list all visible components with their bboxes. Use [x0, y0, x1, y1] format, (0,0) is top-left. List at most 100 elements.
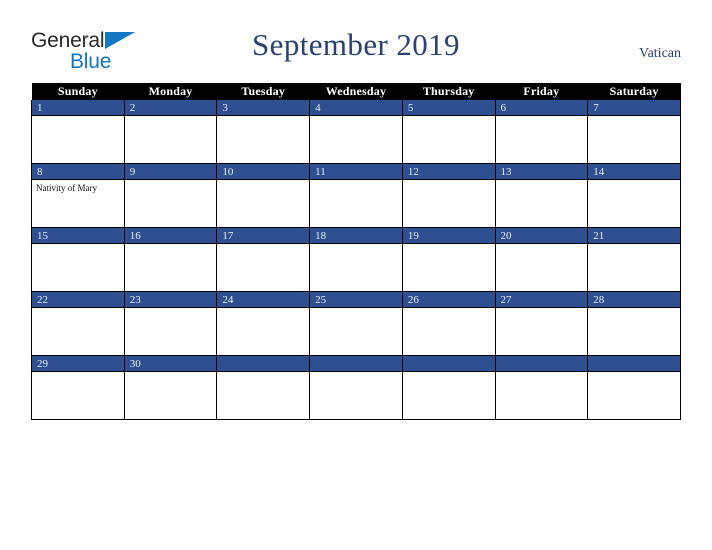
page-header: General Blue September 2019 Vatican: [0, 0, 712, 83]
day-number: [588, 356, 680, 372]
weekday-header-monday: Monday: [124, 83, 217, 100]
day-number: 29: [32, 356, 124, 372]
day-events: [496, 180, 588, 227]
calendar-week-row: 1234567: [31, 100, 681, 164]
day-number: 25: [310, 292, 402, 308]
day-number: 20: [495, 228, 588, 244]
day-number: 12: [402, 164, 495, 180]
locale-label: Vatican: [639, 46, 681, 61]
calendar-day-cell-17[interactable]: 17: [216, 227, 311, 292]
calendar-day-cell-2[interactable]: 2: [123, 100, 218, 164]
day-events: [588, 244, 680, 291]
day-number: 16: [124, 228, 217, 244]
day-number: 17: [217, 228, 310, 244]
calendar-day-cell-6[interactable]: 6: [494, 100, 589, 164]
day-events: [32, 116, 124, 163]
day-number: 28: [588, 292, 680, 308]
calendar-day-cell-empty[interactable]: [216, 355, 311, 420]
day-events: [125, 244, 217, 291]
calendar-day-cell-26[interactable]: 26: [401, 291, 496, 356]
calendar-day-cell-28[interactable]: 28: [587, 291, 681, 356]
day-events: [310, 116, 402, 163]
day-events: [403, 372, 495, 419]
calendar-day-cell-13[interactable]: 13: [494, 163, 589, 228]
calendar-grid: Sunday Monday Tuesday Wednesday Thursday Frid…: [31, 83, 681, 420]
calendar-day-cell-3[interactable]: 3: [216, 100, 311, 164]
calendar-week-row: 8 Nativity of Mary 9 10 11 12 13 14: [31, 163, 681, 228]
calendar-day-cell-4[interactable]: 4: [309, 100, 403, 164]
calendar-day-cell-1[interactable]: 1: [31, 100, 125, 164]
weekday-header-wednesday: Wednesday: [309, 83, 403, 100]
calendar-day-cell-27[interactable]: 27: [494, 291, 589, 356]
calendar-week-row: 22 23 24 25 26 27 28: [31, 291, 681, 356]
calendar-day-cell-24[interactable]: 24: [216, 291, 311, 356]
calendar-day-cell-30[interactable]: 30: [123, 355, 218, 420]
day-number: 1: [32, 100, 124, 116]
day-number: [310, 356, 402, 372]
day-number: [217, 356, 310, 372]
day-number: 8: [32, 164, 124, 180]
calendar-day-cell-5[interactable]: 5: [401, 100, 496, 164]
calendar-day-cell-8[interactable]: 8 Nativity of Mary: [31, 163, 125, 228]
day-number: 22: [32, 292, 124, 308]
day-number: [402, 356, 495, 372]
calendar-day-cell-23[interactable]: 23: [123, 291, 218, 356]
weekday-header-friday: Friday: [495, 83, 588, 100]
day-number: [495, 356, 588, 372]
day-events: [32, 372, 124, 419]
calendar-week-row: 15 16 17 18 19 20 21: [31, 227, 681, 292]
day-number: 15: [32, 228, 124, 244]
day-number: 24: [217, 292, 310, 308]
calendar-day-cell-11[interactable]: 11: [309, 163, 403, 228]
day-number: 7: [588, 100, 680, 116]
day-events: [403, 180, 495, 227]
calendar-day-cell-7[interactable]: 7: [587, 100, 681, 164]
calendar-day-cell-18[interactable]: 18: [309, 227, 403, 292]
day-events: [588, 372, 680, 419]
calendar-day-cell-empty[interactable]: [401, 355, 496, 420]
day-events: [496, 116, 588, 163]
calendar-day-cell-9[interactable]: 9: [123, 163, 218, 228]
day-events: Nativity of Mary: [32, 180, 124, 227]
day-number: 26: [402, 292, 495, 308]
calendar-week-row: 29 30: [31, 355, 681, 420]
day-events: [125, 180, 217, 227]
day-number: 23: [124, 292, 217, 308]
calendar-day-cell-21[interactable]: 21: [587, 227, 681, 292]
day-events: [310, 372, 402, 419]
calendar-day-cell-14[interactable]: 14: [587, 163, 681, 228]
page-title: September 2019: [252, 27, 460, 62]
day-events: [310, 308, 402, 355]
day-events: [588, 180, 680, 227]
day-number: 21: [588, 228, 680, 244]
day-events: [588, 116, 680, 163]
day-events: [310, 244, 402, 291]
weekday-header-tuesday: Tuesday: [216, 83, 310, 100]
weekday-header-sunday: Sunday: [31, 83, 125, 100]
day-number: 27: [495, 292, 588, 308]
calendar-day-cell-empty[interactable]: [587, 355, 681, 420]
day-events: [496, 244, 588, 291]
calendar-day-cell-19[interactable]: 19: [401, 227, 496, 292]
calendar-day-cell-16[interactable]: 16: [123, 227, 218, 292]
calendar-day-cell-29[interactable]: 29: [31, 355, 125, 420]
day-events: [217, 180, 309, 227]
day-number: 9: [124, 164, 217, 180]
day-events: [32, 244, 124, 291]
calendar-day-cell-20[interactable]: 20: [494, 227, 589, 292]
day-events: [496, 372, 588, 419]
calendar-day-cell-25[interactable]: 25: [309, 291, 403, 356]
calendar-day-cell-22[interactable]: 22: [31, 291, 125, 356]
calendar-day-cell-15[interactable]: 15: [31, 227, 125, 292]
day-events: [496, 308, 588, 355]
calendar-day-cell-12[interactable]: 12: [401, 163, 496, 228]
calendar-day-cell-10[interactable]: 10: [216, 163, 311, 228]
day-number: 3: [217, 100, 310, 116]
calendar-day-cell-empty[interactable]: [309, 355, 403, 420]
day-number: 10: [217, 164, 310, 180]
day-events: [403, 244, 495, 291]
day-number: 30: [124, 356, 217, 372]
day-number: 6: [495, 100, 588, 116]
day-number: 11: [310, 164, 402, 180]
calendar-day-cell-empty[interactable]: [494, 355, 589, 420]
